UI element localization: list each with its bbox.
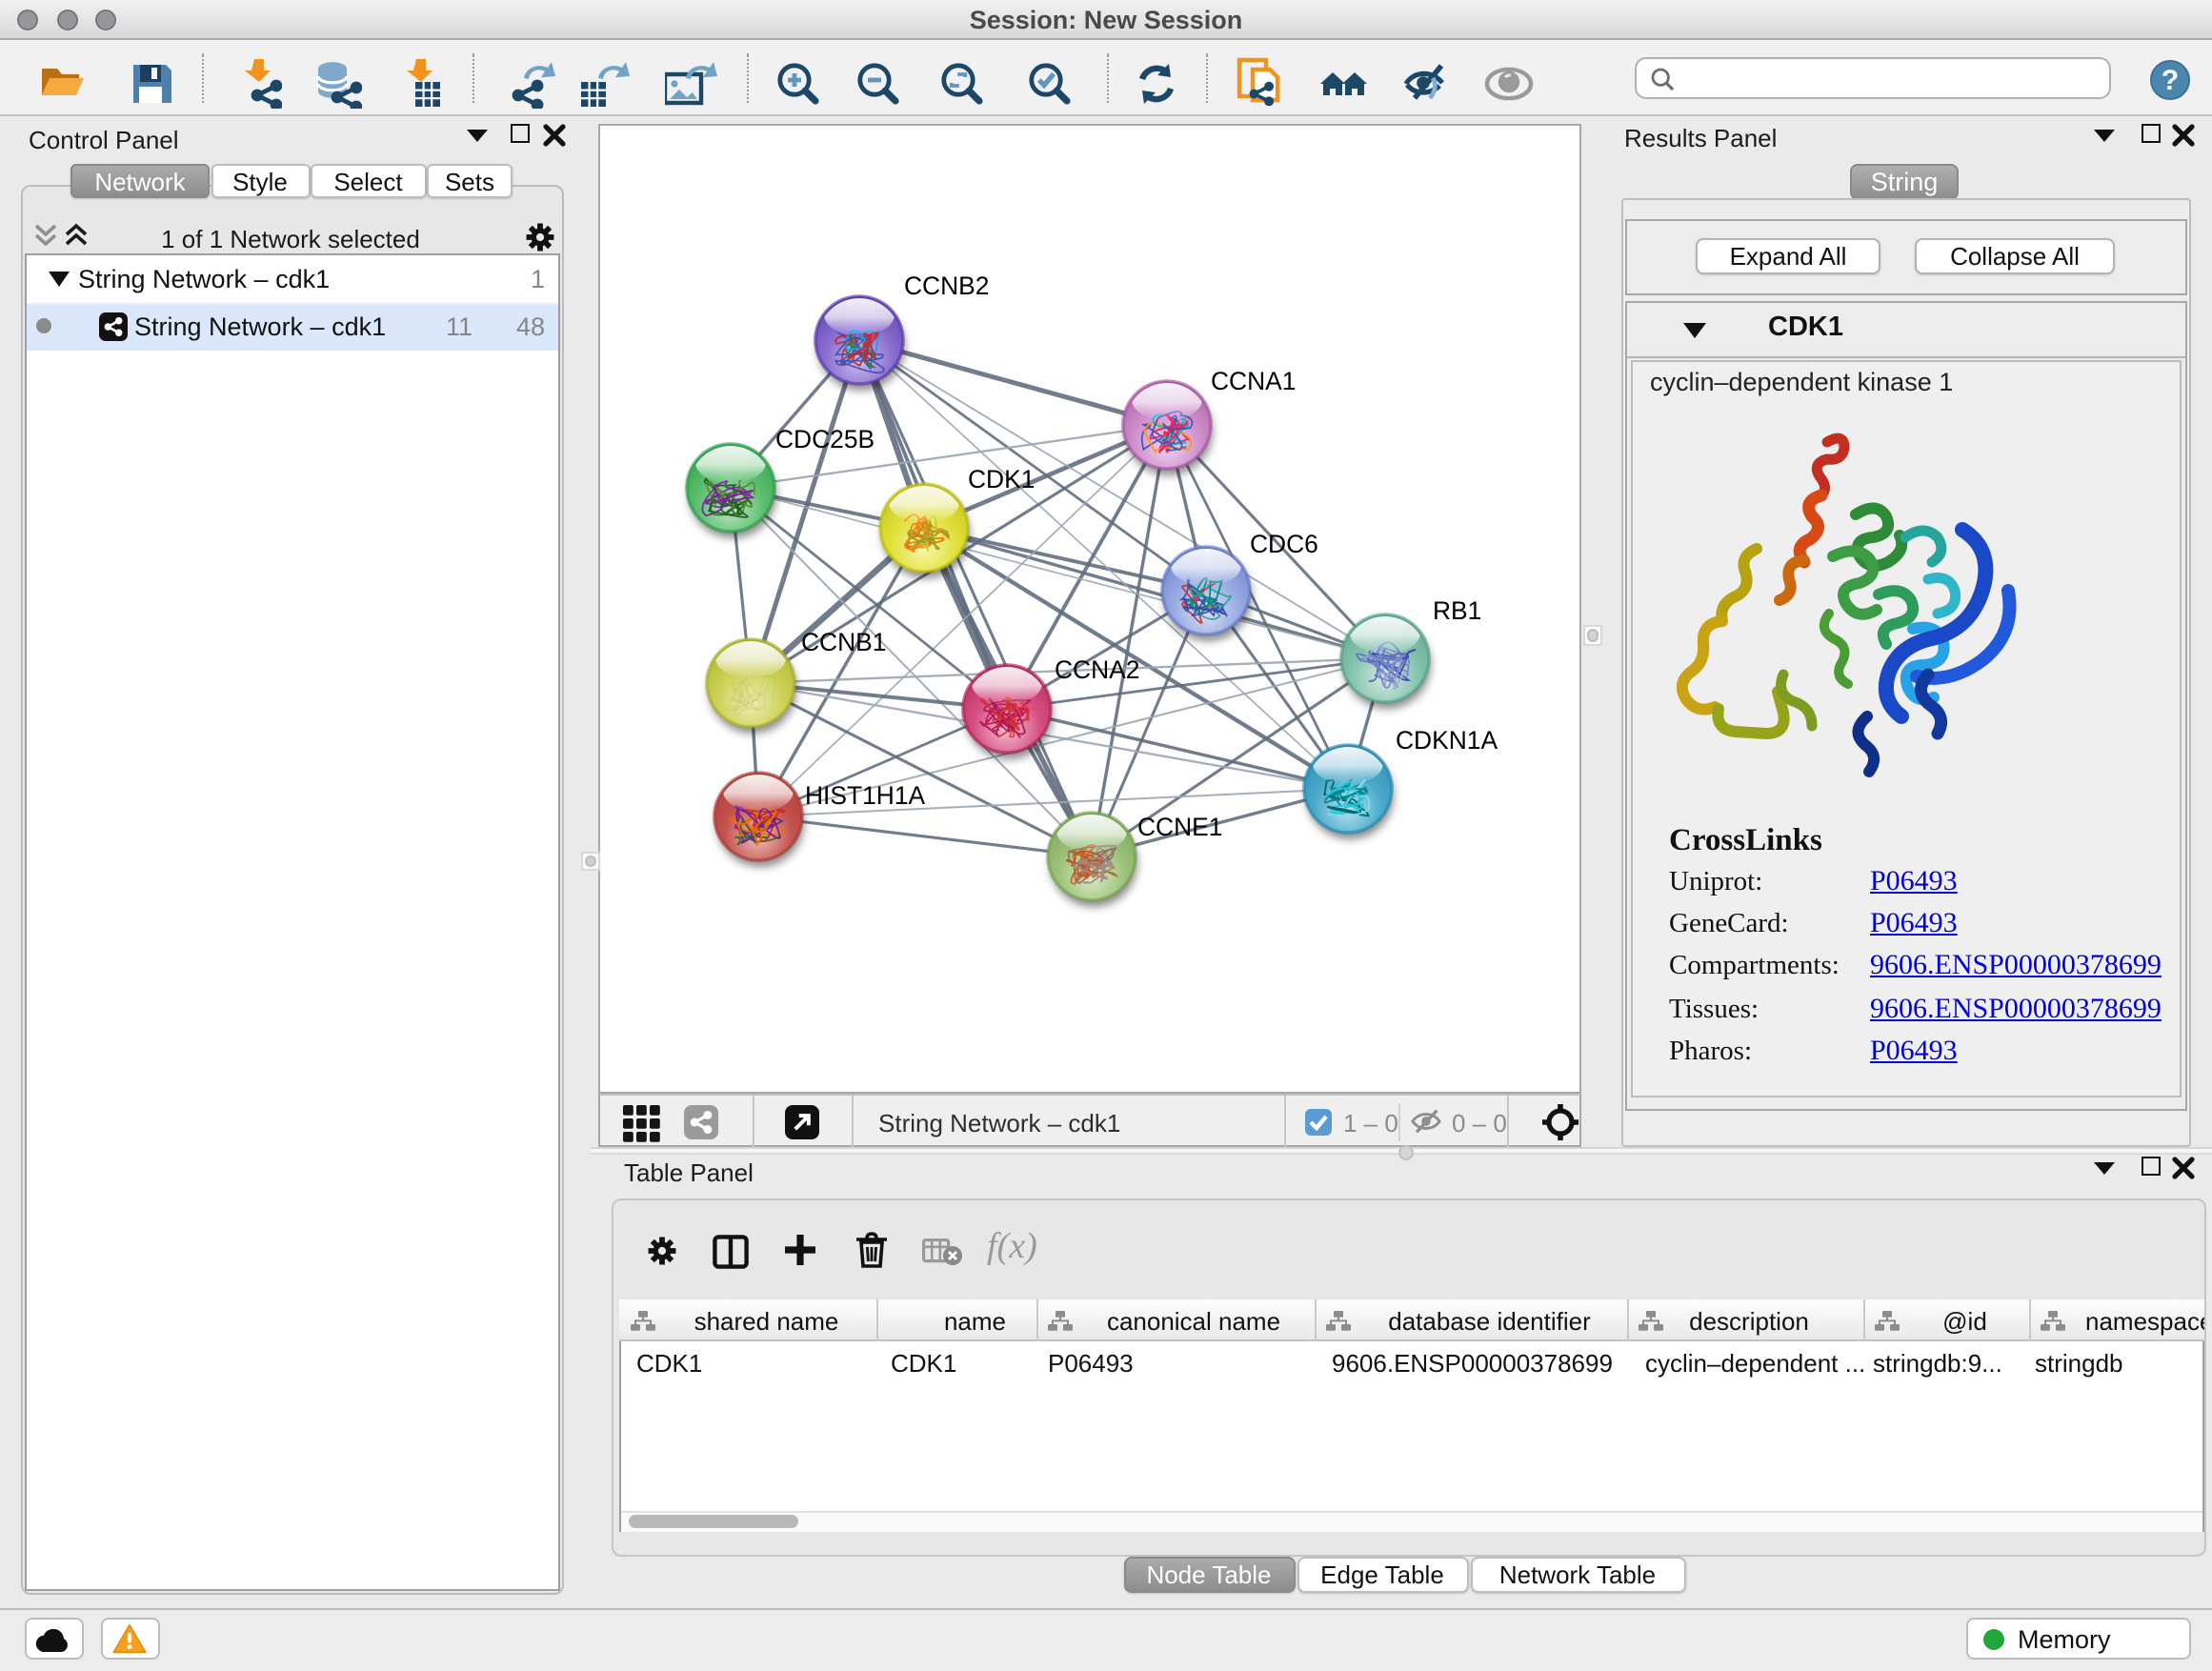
svg-text:CDKN1A: CDKN1A xyxy=(1396,726,1498,755)
svg-text:CDC25B: CDC25B xyxy=(775,425,875,453)
svg-text:CCNB1: CCNB1 xyxy=(801,628,886,656)
svg-text:CCNA1: CCNA1 xyxy=(1211,367,1296,395)
svg-text:CCNB2: CCNB2 xyxy=(904,272,989,300)
svg-text:CDK1: CDK1 xyxy=(968,465,1035,493)
svg-text:HIST1H1A: HIST1H1A xyxy=(805,781,926,810)
svg-text:CCNA2: CCNA2 xyxy=(1055,655,1139,684)
svg-text:RB1: RB1 xyxy=(1433,596,1481,625)
svg-text:CDC6: CDC6 xyxy=(1250,530,1318,558)
svg-text:?: ? xyxy=(2161,65,2178,96)
svg-text:CCNE1: CCNE1 xyxy=(1137,813,1222,841)
